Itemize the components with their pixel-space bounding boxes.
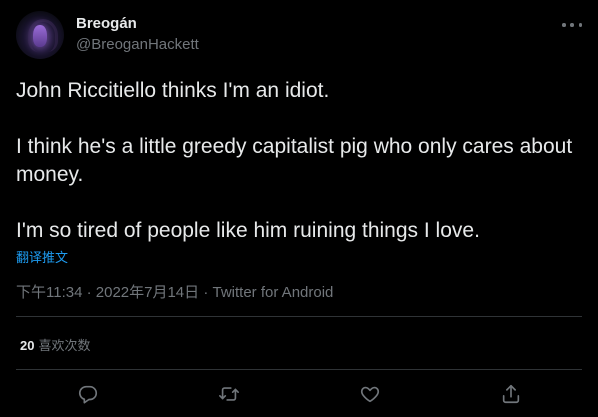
likes-stat[interactable]: 20 喜欢次数	[20, 335, 90, 354]
tweet-meta: 下午11:34 · 2022年7月14日 · Twitter for Andro…	[16, 281, 333, 302]
avatar[interactable]	[16, 11, 64, 59]
author-name[interactable]: Breogán	[76, 15, 137, 32]
more-options-icon[interactable]	[560, 17, 584, 33]
share-button[interactable]	[498, 381, 524, 407]
avatar-face	[33, 25, 47, 47]
more-dot	[562, 23, 566, 27]
reply-icon	[78, 385, 98, 404]
timestamp[interactable]: 下午11:34 · 2022年7月14日	[16, 284, 199, 301]
likes-count: 20	[20, 338, 35, 353]
share-icon	[502, 384, 520, 404]
heart-icon	[360, 386, 380, 403]
source-link[interactable]: Twitter for Android	[213, 284, 334, 301]
tweet-paragraph: I'm so tired of people like him ruining …	[16, 219, 480, 242]
translate-link[interactable]: 翻译推文	[16, 247, 68, 266]
reply-button[interactable]	[75, 381, 101, 407]
like-button[interactable]	[357, 381, 383, 407]
more-dot	[570, 23, 574, 27]
tweet-paragraph: John Riccitiello thinks I'm an idiot.	[16, 79, 330, 102]
meta-separator: ·	[199, 284, 213, 301]
author-handle[interactable]: @BreoganHackett	[76, 36, 199, 53]
tweet-card: Breogán @BreoganHackett John Riccitiello…	[0, 0, 598, 417]
likes-label: 喜欢次数	[38, 338, 91, 353]
retweet-icon	[219, 387, 239, 401]
divider	[16, 369, 582, 370]
tweet-text: John Riccitiello thinks I'm an idiot. I …	[16, 77, 582, 245]
more-dot	[578, 23, 582, 27]
retweet-button[interactable]	[216, 381, 242, 407]
divider	[16, 316, 582, 317]
action-bar	[0, 372, 598, 417]
tweet-paragraph: I think he's a little greedy capitalist …	[16, 135, 573, 186]
